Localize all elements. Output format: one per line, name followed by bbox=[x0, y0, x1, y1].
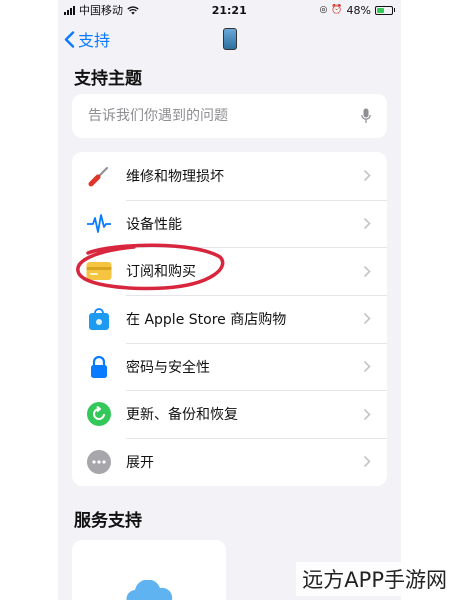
back-label: 支持 bbox=[78, 31, 111, 50]
list-item-update-backup[interactable]: 更新、备份和恢复 bbox=[72, 390, 387, 438]
screwdriver-icon bbox=[86, 163, 112, 189]
section-title-support-topics: 支持主题 bbox=[74, 69, 142, 89]
chevron-right-icon bbox=[363, 170, 371, 182]
chevron-right-icon bbox=[363, 408, 371, 420]
list-item-label: 在 Apple Store 商店购物 bbox=[126, 311, 287, 328]
lock-icon bbox=[86, 354, 112, 380]
wifi-icon bbox=[127, 5, 139, 14]
watermark-text: 远方APP手游网 bbox=[296, 562, 453, 596]
list-item-repair[interactable]: 维修和物理损坏 bbox=[72, 152, 387, 200]
icloud-icon bbox=[126, 579, 173, 600]
chevron-left-icon bbox=[64, 30, 75, 48]
service-card-icloud[interactable] bbox=[72, 539, 226, 600]
nav-bar: 支持 bbox=[58, 20, 401, 58]
battery-icon bbox=[374, 5, 395, 15]
list-item-label: 密码与安全性 bbox=[126, 359, 210, 376]
list-item-more[interactable]: 展开 bbox=[72, 438, 387, 486]
list-item-label: 展开 bbox=[126, 454, 154, 471]
list-item-label: 订阅和购买 bbox=[126, 264, 196, 281]
search-input[interactable] bbox=[88, 108, 328, 124]
signal-icon bbox=[64, 5, 75, 15]
restore-icon bbox=[86, 401, 112, 427]
apple-store-bag-icon bbox=[86, 306, 112, 332]
pulse-icon bbox=[86, 211, 112, 237]
chevron-right-icon bbox=[363, 217, 371, 230]
chevron-right-icon bbox=[363, 456, 371, 468]
list-item-apple-store[interactable]: 在 Apple Store 商店购物 bbox=[72, 295, 387, 343]
status-right: ◎ ⏰ 48% bbox=[319, 4, 395, 17]
battery-percent: 48% bbox=[346, 3, 371, 17]
alarm-icon: ⏰ bbox=[331, 5, 343, 15]
list-item-password-security[interactable]: 密码与安全性 bbox=[72, 342, 387, 391]
carrier-name: 中国移动 bbox=[79, 4, 123, 17]
status-left: 中国移动 bbox=[64, 2, 139, 18]
chevron-right-icon bbox=[363, 265, 371, 277]
wallet-card-icon bbox=[86, 258, 112, 284]
chevron-right-icon bbox=[363, 313, 371, 325]
list-item-subscriptions[interactable]: 订阅和购买 bbox=[72, 247, 387, 295]
device-thumbnail bbox=[223, 28, 237, 50]
location-icon: ◎ bbox=[319, 5, 328, 15]
list-item-label: 维修和物理损坏 bbox=[126, 168, 224, 185]
clock: 21:21 bbox=[211, 3, 247, 17]
back-button[interactable]: 支持 bbox=[64, 27, 110, 51]
list-item-label: 设备性能 bbox=[126, 216, 182, 233]
list-item-label: 更新、备份和恢复 bbox=[126, 407, 238, 424]
more-icon bbox=[86, 449, 112, 475]
microphone-icon[interactable] bbox=[361, 108, 371, 124]
status-bar: 中国移动 21:21 ◎ ⏰ 48% bbox=[58, 0, 401, 20]
section-title-services: 服务支持 bbox=[74, 510, 142, 531]
chevron-right-icon bbox=[363, 361, 371, 373]
search-bar[interactable] bbox=[72, 94, 387, 138]
support-topics-list: 维修和物理损坏 设备性能 订阅和购买 在 Apple Store 商店购物 密码… bbox=[72, 152, 387, 486]
phone-screen: 中国移动 21:21 ◎ ⏰ 48% 支持 支持主题 告诉我们你遇到的问题 维修… bbox=[58, 0, 401, 600]
list-item-performance[interactable]: 设备性能 bbox=[72, 199, 387, 248]
